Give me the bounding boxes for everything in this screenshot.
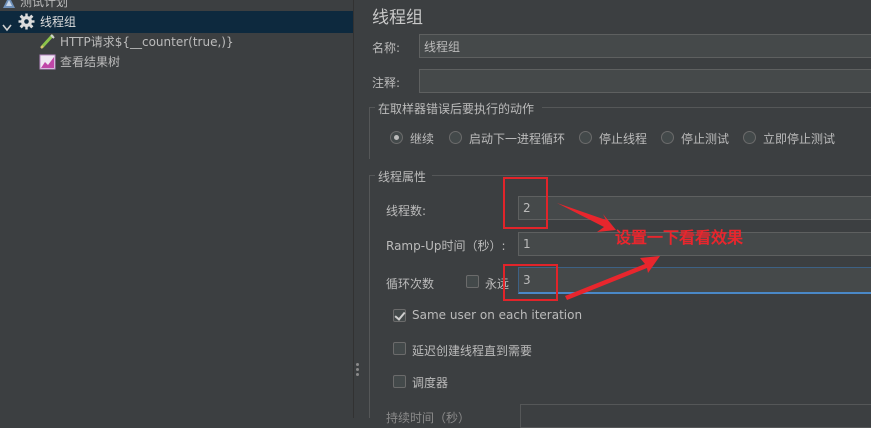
annotation-arrows [557, 203, 660, 300]
annotation-arrow-upper [557, 203, 616, 232]
annotation-text: 设置一下看看效果 [615, 228, 744, 247]
annotation-arrow-lower [565, 256, 660, 300]
